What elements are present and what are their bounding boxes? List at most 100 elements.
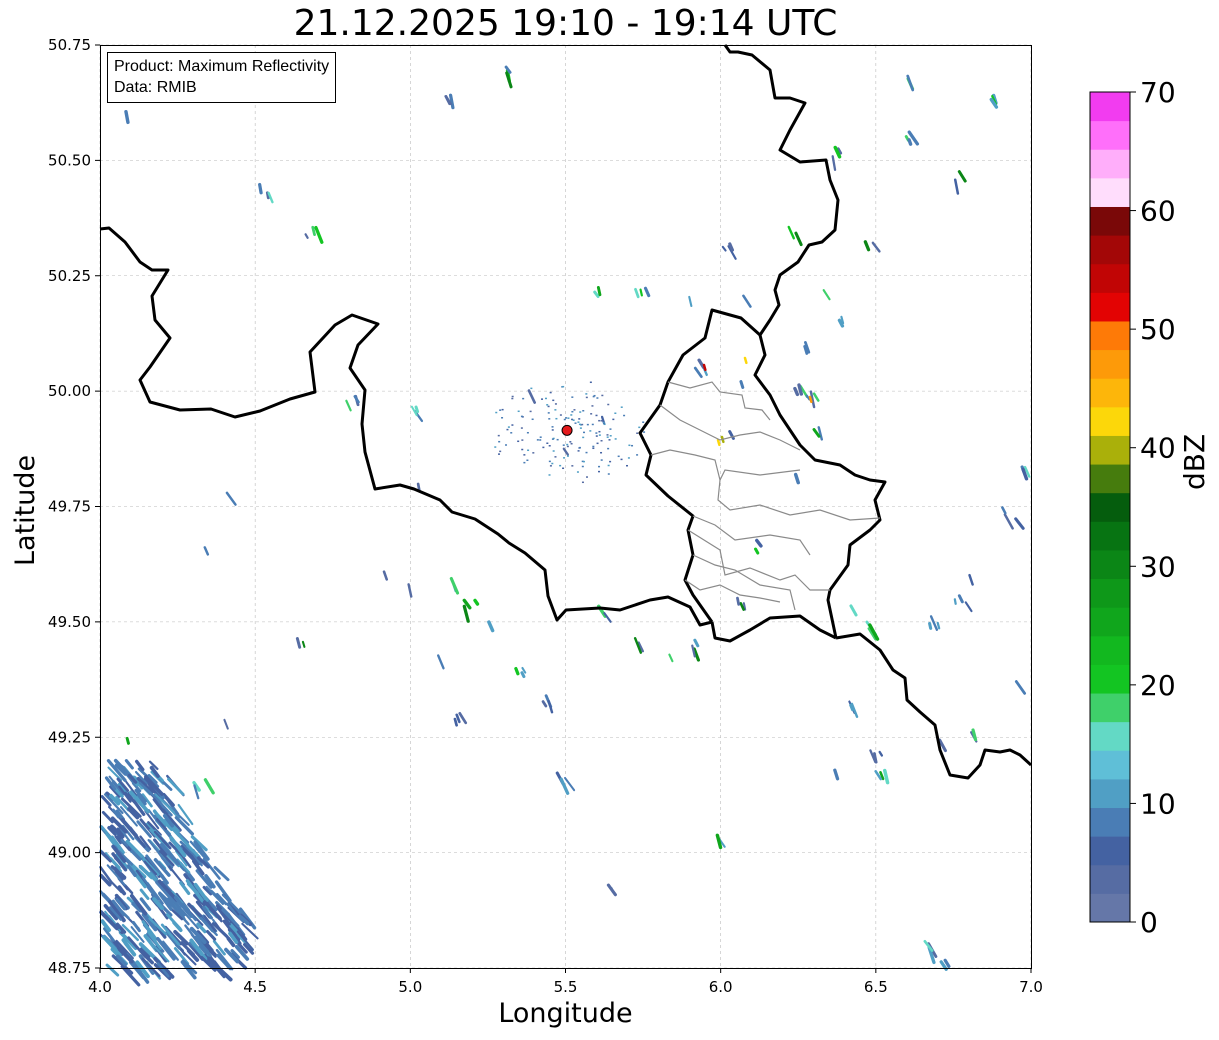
echo-cell (928, 622, 933, 630)
border-be-lu (638, 308, 762, 623)
echo-cell (487, 620, 495, 633)
radar-map[interactable]: 4.0 4.5 5.0 5.5 6.0 6.5 7.0 48.75 49.00 49.25 49.5… (0, 0, 1219, 1040)
echo-cell (304, 233, 309, 239)
echo-speckle (598, 419, 601, 422)
radar-echoes (99, 65, 1031, 987)
echo-speckle (579, 411, 582, 413)
echo-cell (203, 546, 210, 556)
echo-speckle (520, 427, 523, 429)
echo-speckle (517, 440, 520, 443)
echo-speckle (551, 426, 554, 428)
echo-cell (812, 428, 821, 438)
echo-cell (455, 713, 461, 724)
colorbar-segment (1090, 206, 1130, 236)
echo-cell (639, 288, 643, 297)
border-fr-de (835, 632, 1033, 780)
echo-speckle (566, 443, 569, 446)
echo-cell (793, 472, 800, 485)
radar-site-marker (561, 424, 573, 436)
echo-speckle (555, 417, 558, 420)
x-tick-label: 5.0 (398, 978, 422, 996)
echo-speckle (614, 438, 617, 440)
echo-speckle (499, 409, 502, 411)
echo-cell (139, 888, 150, 900)
echo-cell (124, 110, 130, 125)
x-tick-label: 5.5 (554, 978, 578, 996)
echo-speckle (570, 442, 573, 445)
echo-cell (715, 833, 723, 850)
echo-speckle (554, 403, 557, 405)
echo-speckle (499, 450, 502, 453)
echo-cell (314, 225, 324, 244)
echo-speckle (526, 459, 529, 462)
echo-cell (794, 231, 803, 247)
echo-speckle (574, 422, 577, 424)
echo-speckle (571, 396, 574, 398)
echo-cell (547, 699, 554, 714)
colorbar-segment (1090, 120, 1130, 150)
echo-speckle (559, 464, 562, 467)
echo-cell (849, 604, 858, 617)
echo-cell (453, 717, 458, 727)
echo-cell (105, 963, 120, 977)
echo-cell (382, 570, 389, 581)
echo-cell (448, 93, 455, 110)
echo-speckle (596, 442, 599, 445)
echo-speckle (592, 447, 595, 450)
colorbar-tick-label: 30 (1140, 550, 1176, 583)
echo-speckle (612, 418, 615, 421)
echo-speckle (551, 462, 554, 465)
echo-speckle (607, 403, 610, 406)
echo-speckle (578, 423, 581, 426)
echo-speckle (566, 445, 569, 448)
echo-speckle (548, 418, 551, 420)
x-axis-label: Longitude (498, 998, 633, 1029)
echo-speckle (494, 446, 497, 448)
echo-cell (593, 290, 600, 298)
y-axis-label: Latitude (10, 454, 41, 566)
echo-cell (541, 700, 548, 708)
echo-speckle (627, 457, 630, 459)
colorbar-tick-label: 10 (1140, 787, 1176, 820)
echo-cell (964, 601, 973, 613)
echo-speckle (548, 460, 551, 463)
border-lu-de (753, 334, 887, 639)
colorbar-segment (1090, 807, 1130, 837)
echo-cell (697, 358, 706, 369)
colorbar-segment (1090, 693, 1130, 723)
x-tick-label: 6.5 (864, 978, 888, 996)
echo-cell (505, 71, 513, 89)
legend-product: Product: Maximum Reflectivity (114, 58, 330, 75)
echo-speckle (505, 444, 508, 446)
echo-speckle (581, 481, 584, 484)
echo-speckle (601, 394, 604, 397)
colorbar-segment (1090, 92, 1130, 122)
x-tick-label: 4.0 (88, 978, 112, 996)
echo-cell (167, 777, 185, 796)
echo-cell (688, 295, 693, 308)
echo-speckle (586, 476, 589, 478)
echo-cell (462, 604, 470, 623)
echo-speckle (522, 397, 525, 400)
echo-cell (822, 289, 831, 301)
echo-speckle (562, 444, 565, 446)
echo-cell (863, 240, 871, 252)
echo-speckle (609, 460, 612, 463)
echo-speckle (579, 427, 582, 429)
echo-speckle (563, 457, 566, 459)
echo-speckle (530, 387, 533, 390)
echo-speckle (582, 460, 585, 463)
y-tick-label: 49.75 (48, 498, 91, 516)
colorbar-segment (1090, 464, 1130, 494)
echo-speckle (542, 446, 545, 449)
echo-speckle (607, 447, 610, 450)
echo-speckle (636, 432, 639, 434)
echo-cell (596, 285, 602, 297)
colorbar-segment (1090, 435, 1130, 465)
echo-cell (1014, 680, 1027, 695)
colorbar-segment (1090, 664, 1130, 694)
product-legend: Product: Maximum Reflectivity Data: RMIB (107, 52, 337, 103)
echo-speckle (600, 451, 603, 454)
colorbar-segment (1090, 149, 1130, 179)
echo-speckle (631, 444, 634, 447)
